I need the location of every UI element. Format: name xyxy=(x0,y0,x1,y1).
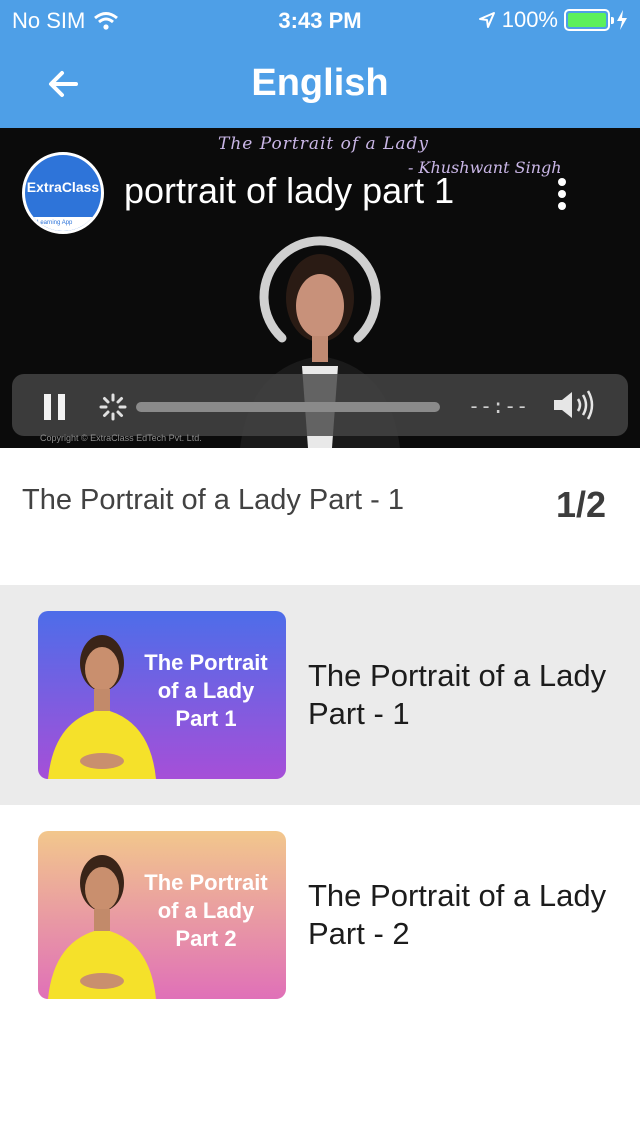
channel-logo[interactable]: ExtraClass Learning App xyxy=(22,152,104,234)
loading-icon xyxy=(99,393,127,421)
battery-percent: 100% xyxy=(501,7,558,32)
board-title-text: The Portrait of a Lady xyxy=(218,134,430,154)
lesson-thumbnail: The Portrait of a Lady Part 2 xyxy=(38,831,286,999)
player-controls: --:-- xyxy=(12,374,628,436)
nav-bar: English xyxy=(0,40,640,128)
episode-header: The Portrait of a Lady Part - 1 1/2 xyxy=(0,448,640,584)
more-vertical-icon[interactable] xyxy=(552,178,572,218)
copyright-text: Copyright © ExtraClass EdTech Pvt. Ltd. xyxy=(40,433,202,443)
location-arrow-icon xyxy=(478,12,495,28)
status-right: 100% xyxy=(478,7,628,33)
lesson-thumbnail: The Portrait of a Lady Part 1 xyxy=(38,611,286,779)
progress-bar[interactable] xyxy=(136,402,440,412)
logo-text: ExtraClass xyxy=(26,179,100,195)
lesson-item[interactable]: The Portrait of a Lady Part 1 The Portra… xyxy=(0,585,640,805)
video-player[interactable]: The Portrait of a Lady - Khushwant Singh… xyxy=(0,128,640,448)
volume-icon[interactable] xyxy=(550,388,598,422)
episode-count: 1/2 xyxy=(555,484,606,525)
battery-icon xyxy=(564,9,614,31)
page-title: English xyxy=(251,62,389,104)
video-title: portrait of lady part 1 xyxy=(124,170,455,211)
lesson-item[interactable]: The Portrait of a Lady Part 2 The Portra… xyxy=(0,805,640,1025)
app-header: No SIM 3:43 PM 100% English xyxy=(0,0,640,128)
charging-bolt-icon xyxy=(617,10,627,30)
buffering-spinner xyxy=(259,236,381,343)
status-bar: No SIM 3:43 PM 100% xyxy=(0,0,640,40)
lesson-title: The Portrait of a Lady Part - 2 xyxy=(308,878,607,951)
pause-icon[interactable] xyxy=(44,394,66,420)
thumbnail-caption: The Portrait of a Lady Part 2 xyxy=(144,870,268,951)
lesson-title: The Portrait of a Lady Part - 1 xyxy=(308,658,607,731)
time-readout: --:-- xyxy=(468,394,529,418)
episode-title: The Portrait of a Lady Part - 1 xyxy=(22,484,405,516)
logo-tagline: Learning App xyxy=(25,217,101,231)
thumbnail-caption: The Portrait of a Lady Part 1 xyxy=(144,650,268,731)
